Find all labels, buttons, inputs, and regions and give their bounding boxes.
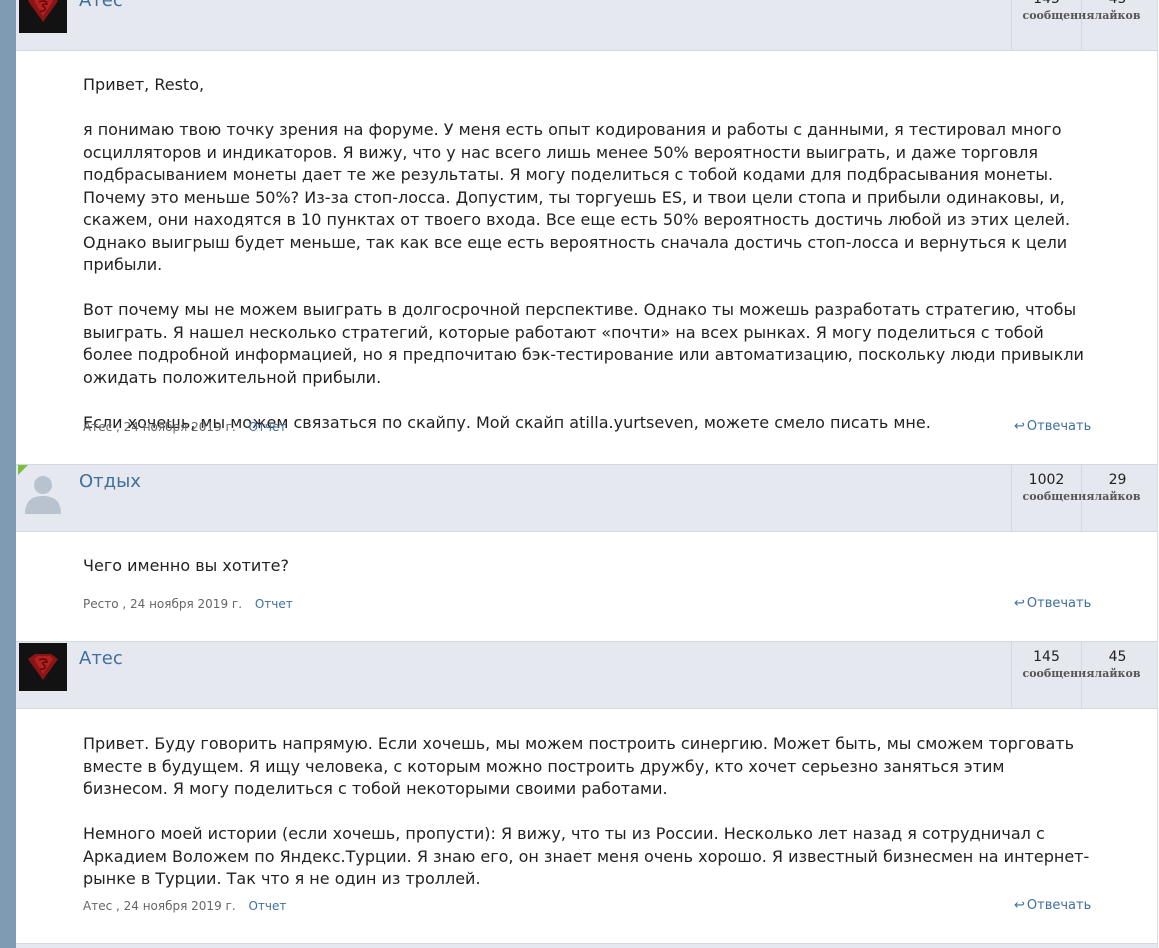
post-message: Привет. Буду говорить напрямую. Если хоч… (16, 733, 1093, 891)
post-header: Атес 145 сообщения 45 лайков (16, 0, 1157, 51)
post-meta: Атес , 24 ноября 2019 г. Отчет (83, 420, 286, 434)
page-left-background (0, 0, 16, 948)
author-name[interactable]: Атес (79, 0, 123, 11)
likes-count: 45 (1082, 0, 1153, 7)
likes-stat: 29 лайков (1081, 465, 1153, 531)
messages-label: сообщения (1022, 667, 1095, 680)
post-header: Атес 145 сообщения 45 лайков (16, 641, 1157, 709)
likes-stat: 45 лайков (1081, 0, 1153, 50)
messages-count: 145 (1033, 649, 1060, 665)
reply-arrow-icon: ↩ (1014, 898, 1025, 913)
author-name[interactable]: Отдых (79, 471, 141, 492)
superman-shield-icon (19, 643, 67, 691)
likes-count: 45 (1108, 649, 1127, 665)
report-link[interactable]: Отчет (248, 899, 286, 913)
likes-stat: 45 лайков (1081, 642, 1153, 708)
reply-button[interactable]: ↩ Отвечать (1014, 596, 1091, 611)
messages-label: сообщения (1022, 9, 1095, 22)
post-header: Отдых 1002 сообщения 29 лайков (16, 464, 1157, 532)
message-paragraph: Привет, Resto, (83, 75, 205, 94)
post-message: Привет, Resto, я понимаю твою точку зрен… (16, 74, 1093, 434)
messages-stat: 145 сообщения (1011, 642, 1095, 708)
next-post-header (16, 943, 1157, 948)
reply-label: Отвечать (1026, 596, 1092, 611)
online-status-indicator (18, 465, 28, 475)
post: Отдых 1002 сообщения 29 лайков (16, 464, 1157, 532)
message-paragraph: Вот почему мы не можем выиграть в долгос… (83, 300, 1084, 387)
post: Атес 145 сообщения 45 лайков (16, 0, 1157, 51)
post-message: Чего именно вы хотите? (16, 555, 1093, 578)
messages-count: 145 (1012, 0, 1081, 7)
superman-shield-icon (19, 0, 67, 33)
reply-label: Отвечать (1026, 419, 1092, 434)
likes-count: 29 (1108, 472, 1127, 488)
message-paragraph: я понимаю твою точку зрения на форуме. У… (83, 120, 1071, 274)
message-paragraph: Немного моей истории (если хочешь, пропу… (83, 824, 1090, 888)
post-date: Атес , 24 ноября 2019 г. (83, 899, 236, 913)
likes-label: лайков (1094, 667, 1141, 680)
reply-arrow-icon: ↩ (1014, 419, 1025, 434)
messages-stat: 145 сообщения (1011, 0, 1095, 50)
avatar[interactable] (19, 643, 67, 691)
post-date: Ресто , 24 ноября 2019 г. (83, 597, 243, 611)
messages-count: 1002 (1028, 472, 1065, 488)
avatar[interactable] (19, 0, 67, 33)
messages-stat: 1002 сообщения (1011, 465, 1095, 531)
post: Атес 145 сообщения 45 лайков (16, 641, 1157, 709)
reply-label: Отвечать (1026, 898, 1092, 913)
reply-button[interactable]: ↩ Отвечать (1014, 898, 1091, 913)
report-link[interactable]: Отчет (248, 420, 286, 434)
message-paragraph: Привет. Буду говорить напрямую. Если хоч… (83, 734, 1075, 798)
author-name[interactable]: Атес (79, 648, 123, 669)
reply-button[interactable]: ↩ Отвечать (1014, 419, 1091, 434)
report-link[interactable]: Отчет (255, 597, 293, 611)
messages-label: сообщения (1022, 490, 1095, 503)
message-paragraph: Чего именно вы хотите? (83, 556, 289, 575)
reply-arrow-icon: ↩ (1014, 596, 1025, 611)
post-meta: Атес , 24 ноября 2019 г. Отчет (83, 899, 286, 913)
thread-posts: Атес 145 сообщения 45 лайков Привет, Res… (16, 0, 1158, 948)
likes-label: лайков (1094, 490, 1141, 503)
likes-label: лайков (1094, 9, 1141, 22)
post-date: Атес , 24 ноября 2019 г. (83, 420, 236, 434)
post-meta: Ресто , 24 ноября 2019 г. Отчет (83, 597, 293, 611)
